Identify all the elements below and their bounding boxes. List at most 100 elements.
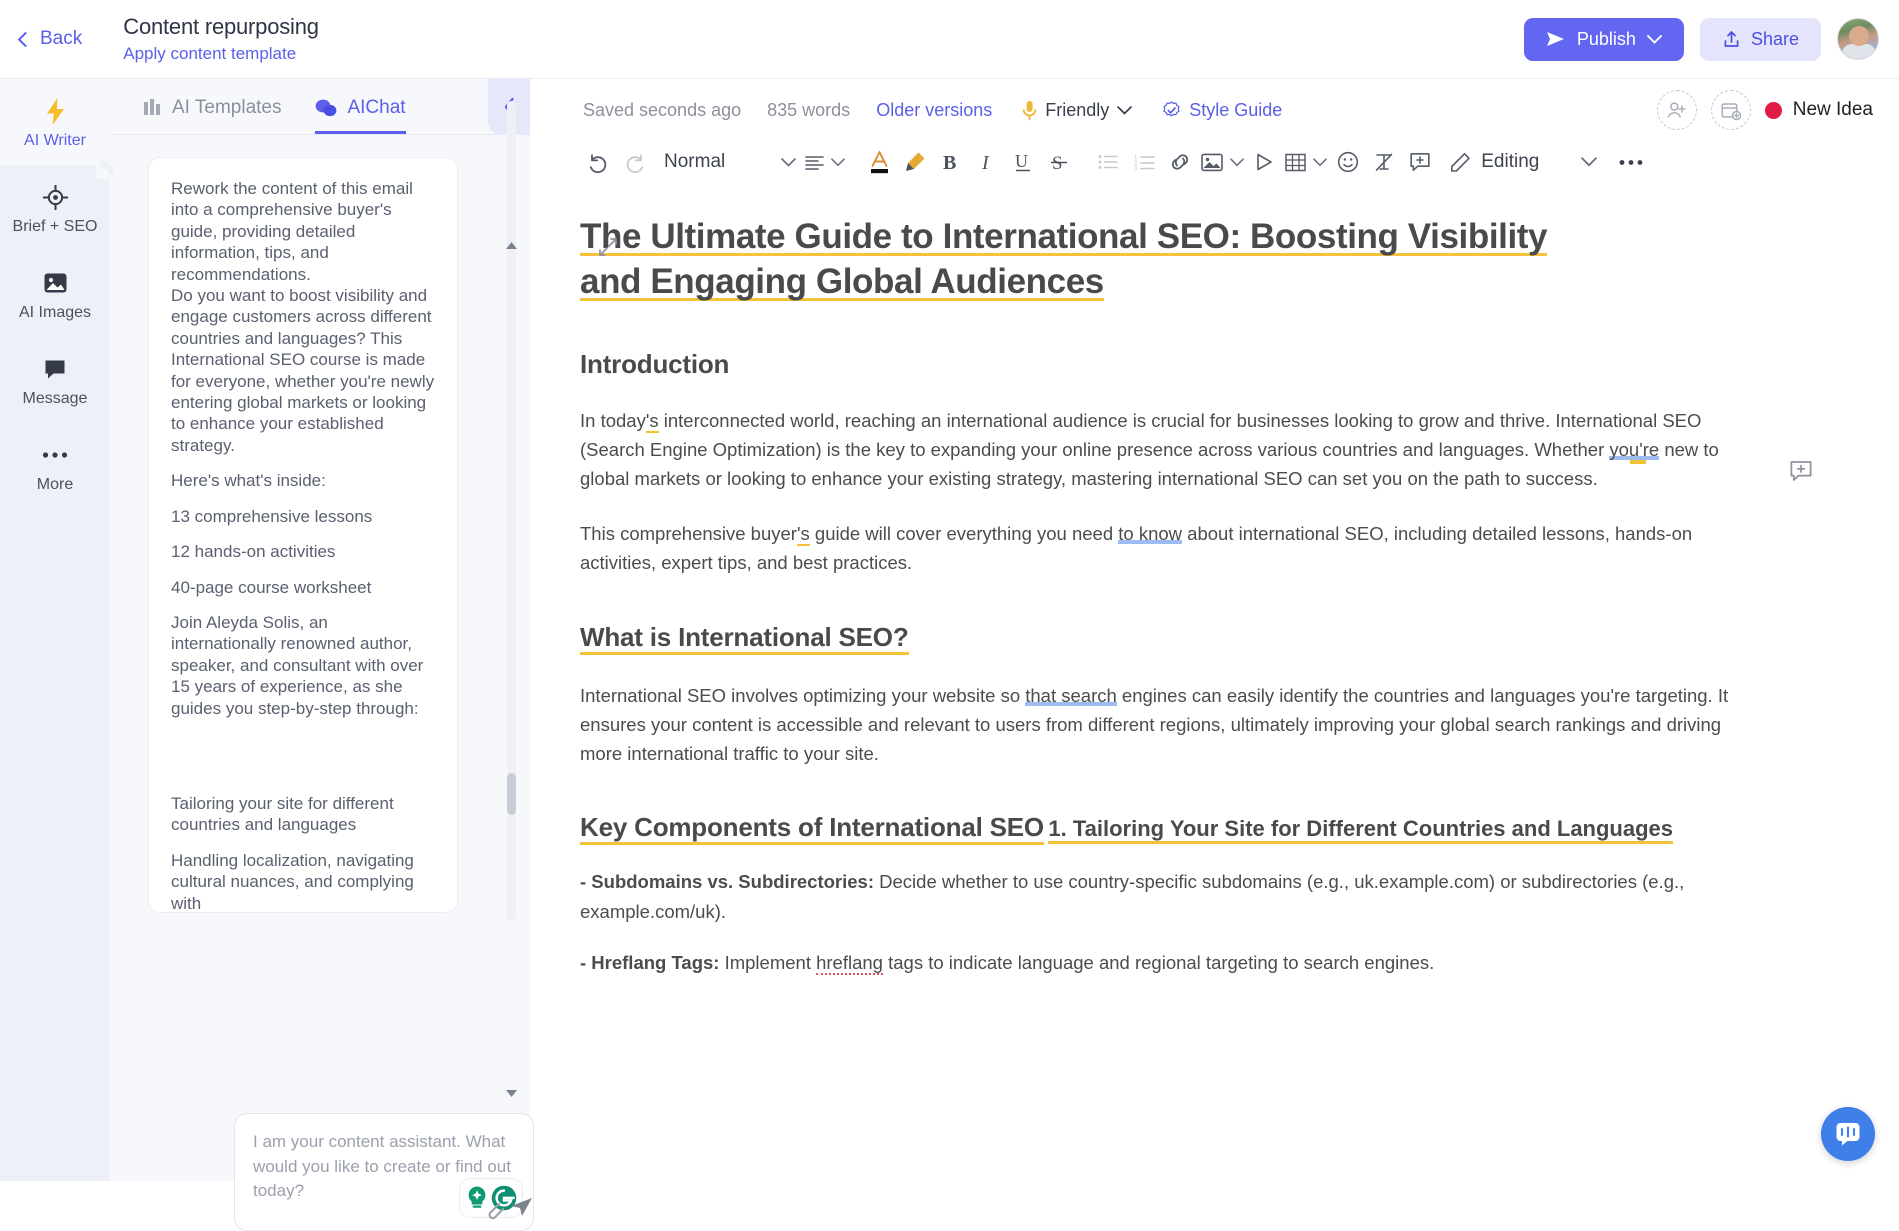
chevron-down-icon bbox=[831, 158, 845, 167]
sidebar-item-ai-images[interactable]: AI Images bbox=[0, 251, 110, 337]
bullet-list-icon bbox=[1098, 154, 1118, 170]
text-run: In today bbox=[580, 410, 646, 431]
message-paragraph: 40-page course worksheet bbox=[171, 577, 435, 598]
paragraph-style-dropdown[interactable]: Normal bbox=[664, 151, 796, 173]
redo-icon bbox=[624, 152, 645, 173]
tab-label: AI Templates bbox=[172, 97, 281, 119]
chat-scrollbar-thumb[interactable] bbox=[507, 773, 516, 815]
grammar-suggestion[interactable]: to know bbox=[1118, 523, 1182, 544]
grammar-suggestion[interactable]: 's bbox=[797, 523, 810, 546]
align-dropdown[interactable] bbox=[802, 144, 848, 180]
image-icon bbox=[1201, 153, 1223, 172]
add-collaborator-button[interactable] bbox=[1657, 90, 1697, 130]
undo-button[interactable] bbox=[580, 144, 616, 180]
text-run: Whether bbox=[1534, 439, 1609, 460]
message-paragraph: Here's what's inside: bbox=[171, 470, 435, 491]
image-dropdown[interactable] bbox=[1198, 144, 1246, 180]
tab-ai-templates[interactable]: AI Templates bbox=[143, 97, 281, 134]
text-color-button[interactable] bbox=[861, 144, 897, 180]
avatar[interactable] bbox=[1837, 18, 1879, 60]
schedule-button[interactable] bbox=[1711, 90, 1751, 130]
style-guide-button[interactable]: Style Guide bbox=[1162, 100, 1282, 121]
tab-ai-chat[interactable]: AIChat bbox=[315, 97, 405, 134]
video-button[interactable] bbox=[1246, 144, 1282, 180]
sidebar-item-message[interactable]: Message bbox=[0, 337, 110, 423]
ai-chat-panel: AI Templates AIChat Rework the content o… bbox=[110, 79, 530, 1181]
style-guide-label: Style Guide bbox=[1189, 100, 1282, 121]
bullet-list-button[interactable] bbox=[1090, 144, 1126, 180]
sidebar-item-more[interactable]: More bbox=[0, 423, 110, 509]
numbered-list-icon: 1 2 3 bbox=[1134, 154, 1155, 170]
emoji-button[interactable] bbox=[1330, 144, 1366, 180]
chat-scrollbar[interactable] bbox=[507, 101, 516, 921]
chevron-down-icon bbox=[1581, 157, 1597, 167]
message-paragraph: 13 comprehensive lessons bbox=[171, 506, 435, 527]
underline-button[interactable]: U bbox=[1005, 144, 1041, 180]
redo-button[interactable] bbox=[616, 144, 652, 180]
microphone-icon bbox=[1022, 100, 1037, 121]
expand-editor-icon[interactable] bbox=[598, 237, 618, 262]
numbered-list-button[interactable]: 1 2 3 bbox=[1126, 144, 1162, 180]
publish-button[interactable]: Publish bbox=[1524, 18, 1684, 61]
table-dropdown[interactable] bbox=[1282, 144, 1330, 180]
paragraph-style-value: Normal bbox=[664, 151, 725, 173]
list-item-label: - Hreflang Tags: bbox=[580, 952, 719, 973]
chat-icon bbox=[315, 98, 338, 118]
chat-bubble-icon bbox=[0, 354, 110, 384]
clear-formatting-button[interactable] bbox=[1366, 144, 1402, 180]
ellipsis-icon bbox=[0, 440, 110, 470]
left-nav-rail: AI Writer Brief + SEO AI Images bbox=[0, 79, 110, 1181]
add-comment-button[interactable] bbox=[1402, 144, 1438, 180]
play-triangle-icon bbox=[1255, 152, 1274, 172]
strikethrough-button[interactable]: S bbox=[1041, 144, 1077, 180]
support-chat-button[interactable] bbox=[1821, 1107, 1875, 1161]
saved-status: Saved seconds ago bbox=[583, 100, 741, 121]
lightning-icon bbox=[0, 96, 110, 126]
spellcheck-suggestion[interactable]: hreflang bbox=[816, 952, 883, 975]
tone-selector[interactable]: Friendly bbox=[1022, 100, 1132, 121]
align-left-icon bbox=[805, 155, 824, 170]
share-label: Share bbox=[1751, 29, 1799, 50]
grammar-suggestion[interactable]: you're bbox=[1609, 439, 1659, 460]
more-options-button[interactable] bbox=[1613, 144, 1649, 180]
scroll-down-arrow-icon[interactable] bbox=[505, 1085, 518, 1103]
heading-sub-1: 1. Tailoring Your Site for Different Cou… bbox=[1048, 816, 1673, 844]
grammar-suggestion[interactable]: that search bbox=[1025, 685, 1117, 706]
edit-mode-dropdown[interactable]: Editing bbox=[1450, 151, 1597, 173]
chat-input[interactable]: I am your content assistant. What would … bbox=[234, 1113, 534, 1231]
title-line-1: The Ultimate Guide to International SEO:… bbox=[580, 217, 1547, 256]
bold-button[interactable]: B bbox=[933, 144, 969, 180]
paragraph-what-is: International SEO involves optimizing yo… bbox=[580, 681, 1729, 769]
sidebar-item-label: AI Writer bbox=[0, 132, 110, 150]
list-item: - Subdomains vs. Subdirectories: Decide … bbox=[580, 867, 1729, 925]
status-badge[interactable]: New Idea bbox=[1765, 99, 1873, 121]
sidebar-item-ai-writer[interactable]: AI Writer bbox=[0, 79, 110, 165]
grammar-suggestion[interactable]: 's bbox=[646, 410, 659, 433]
highlight-button[interactable] bbox=[897, 144, 933, 180]
older-versions-link[interactable]: Older versions bbox=[876, 100, 992, 121]
svg-text:3: 3 bbox=[1134, 166, 1138, 170]
text-run: International SEO involves optimizing yo… bbox=[580, 685, 1025, 706]
editor-toolbar: Normal bbox=[530, 135, 1899, 189]
list-item: - Hreflang Tags: Implement hreflang tags… bbox=[580, 948, 1729, 977]
add-comment-icon bbox=[1409, 151, 1431, 173]
list-item-text: Implement bbox=[719, 952, 816, 973]
chat-tab-bar: AI Templates AIChat bbox=[110, 79, 530, 135]
link-icon bbox=[1168, 152, 1192, 172]
add-comment-margin-button[interactable] bbox=[1789, 459, 1813, 488]
share-button[interactable]: Share bbox=[1700, 18, 1821, 61]
italic-button[interactable]: I bbox=[969, 144, 1005, 180]
heading-key-components: Key Components of International SEO bbox=[580, 812, 1044, 845]
text-color-icon bbox=[868, 149, 891, 175]
scroll-up-arrow-icon[interactable] bbox=[505, 237, 518, 255]
sidebar-item-brief-seo[interactable]: Brief + SEO bbox=[0, 165, 110, 251]
share-upload-icon bbox=[1722, 30, 1741, 49]
apply-content-template-link[interactable]: Apply content template bbox=[123, 44, 319, 64]
status-label: New Idea bbox=[1793, 99, 1873, 121]
back-button[interactable]: Back bbox=[20, 28, 82, 50]
link-button[interactable] bbox=[1162, 144, 1198, 180]
edit-mode-value: Editing bbox=[1481, 151, 1539, 173]
document-content[interactable]: The Ultimate Guide to International SEO:… bbox=[530, 189, 1899, 977]
grammarly-assistant-cluster[interactable] bbox=[459, 1178, 523, 1218]
document-editor: Saved seconds ago 835 words Older versio… bbox=[530, 79, 1899, 1181]
